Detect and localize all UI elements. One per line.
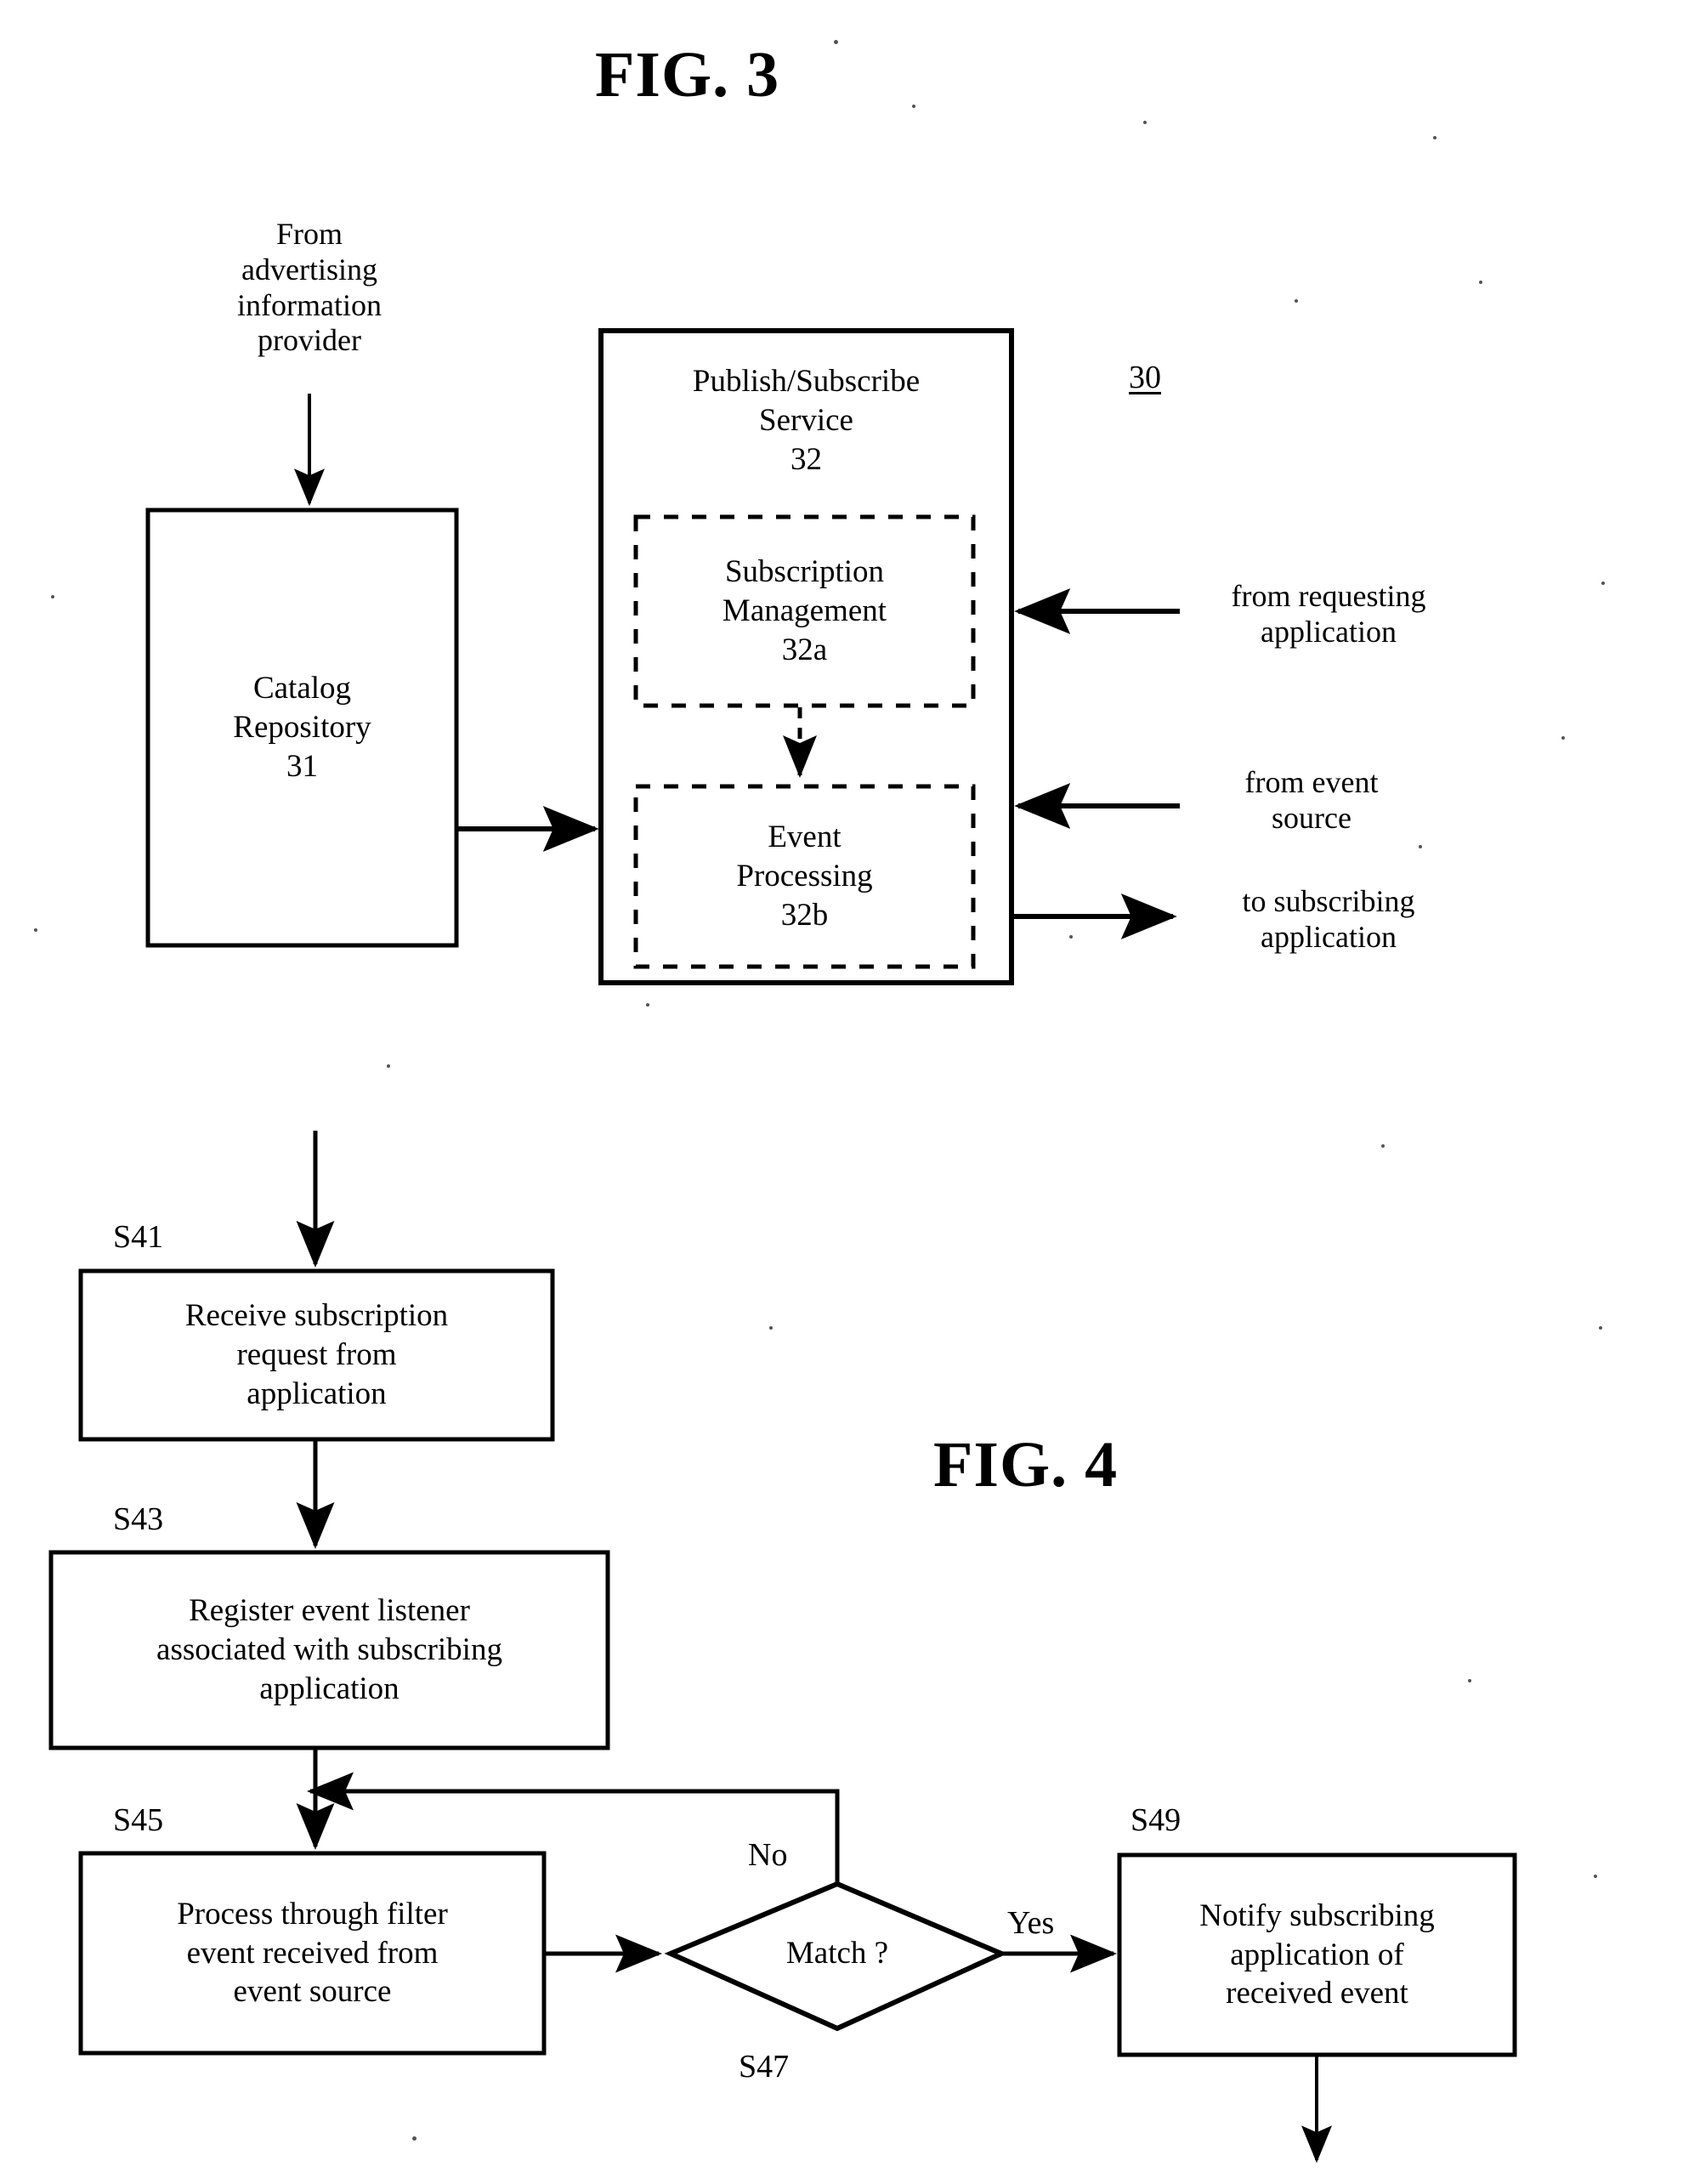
annotation-from-requesting-application: from requesting application [1231, 579, 1426, 649]
fig3-title: FIG. 3 [595, 39, 780, 111]
scan-speck [1419, 845, 1422, 848]
annotation-from-event-source: from event source [1244, 765, 1379, 835]
reference-numeral-30: 30 [1129, 360, 1161, 395]
annotation-to-subscribing-application: to subscribing application [1242, 884, 1415, 954]
decision-label-s47: Match ? [785, 1936, 889, 1971]
scan-speck [1599, 1326, 1602, 1330]
step-label-s41: Receive subscription request from applic… [184, 1298, 449, 1411]
step-tag-s49: S49 [1130, 1802, 1182, 1838]
fig4-title: FIG. 4 [933, 1429, 1119, 1500]
branch-label-no: No [748, 1837, 788, 1873]
scan-speck [1381, 1144, 1385, 1148]
scan-speck [1069, 935, 1073, 939]
patent-drawing-sheet: FIG. 3 From advertising information prov… [0, 0, 1683, 2184]
publish-subscribe-service-label: Publish/Subscribe Service 32 [692, 364, 921, 477]
step-label-s43: Register event listener associated with … [156, 1593, 502, 1706]
step-tag-s41: S41 [113, 1219, 164, 1255]
step-tag-s47: S47 [739, 2049, 790, 2085]
scan-speck [834, 40, 838, 44]
catalog-repository-label: Catalog Repository 31 [233, 671, 371, 784]
scan-speck [1433, 136, 1436, 139]
scan-speck [1561, 736, 1565, 740]
scan-speck [912, 105, 915, 108]
step-label-s45: Process through filter event received fr… [177, 1896, 448, 2010]
scan-speck [1468, 1679, 1471, 1682]
step-tag-s45: S45 [113, 1802, 164, 1838]
scan-speck [1295, 299, 1298, 303]
scan-speck [1601, 581, 1605, 585]
subscription-management-label: Subscription Management 32a [722, 554, 887, 667]
branch-label-yes: Yes [1007, 1905, 1055, 1941]
fig3-source-label: From advertising information provider [237, 217, 382, 358]
scan-speck [646, 1003, 649, 1007]
scan-speck [1594, 1875, 1597, 1878]
event-processing-label: Event Processing 32b [736, 820, 873, 933]
scan-speck [412, 2136, 416, 2141]
step-tag-s43: S43 [113, 1501, 164, 1537]
step-label-s49: Notify subscribing application of receiv… [1199, 1898, 1435, 2011]
scan-speck [34, 928, 37, 932]
scan-speck [769, 1326, 773, 1330]
scan-speck [1143, 121, 1147, 124]
scan-speck [1479, 281, 1482, 284]
scan-speck [387, 1064, 390, 1068]
scan-speck [51, 595, 54, 598]
